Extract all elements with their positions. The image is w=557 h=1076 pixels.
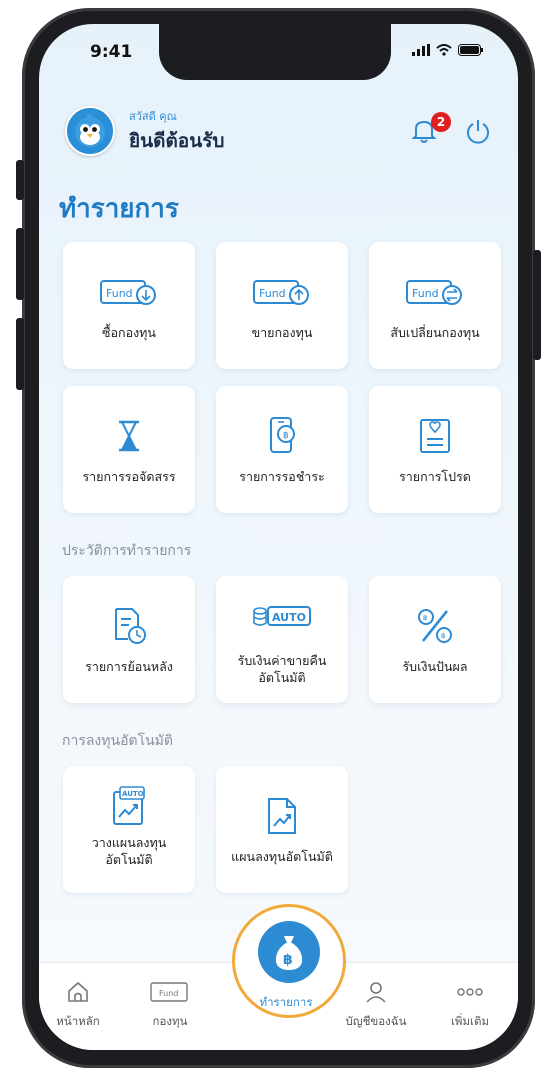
- hourglass-icon: [119, 420, 139, 452]
- nav-home[interactable]: หน้าหลัก: [39, 981, 123, 1031]
- battery-icon: [458, 44, 483, 56]
- nav-account-label: บัญชีของฉัน: [345, 1014, 407, 1028]
- dividend-card[interactable]: ฿ ฿ รับเงินปันผล: [369, 576, 501, 703]
- greeting-small: สวัสดี คุณ: [129, 109, 177, 123]
- app-screen: 9:41 สวัสดี คุณ ยินดีต้อนรับ 2 ทำรายการ …: [39, 24, 518, 1050]
- more-icon: [457, 988, 483, 996]
- history-document-icon: [115, 608, 146, 644]
- svg-text:Fund: Fund: [106, 287, 133, 300]
- nav-home-label: หน้าหลัก: [56, 1014, 100, 1028]
- card-label: ขายกองทุน: [251, 325, 313, 340]
- svg-text:Fund: Fund: [259, 287, 286, 300]
- card-label: รายการรอชำระ: [239, 469, 325, 484]
- greeting-title: ยินดีต้อนรับ: [129, 129, 225, 152]
- favorite-list-icon: [420, 419, 450, 453]
- bird-mascot-icon: [75, 113, 105, 147]
- signal-icon: [412, 44, 430, 56]
- card-label: รายการรอจัดสรร: [82, 469, 176, 484]
- dividend-percent-icon: ฿ ฿: [418, 609, 452, 643]
- power-icon[interactable]: [464, 118, 492, 146]
- status-icons: [412, 44, 484, 56]
- card-label: รับเงินปันผล: [402, 659, 468, 674]
- favorite-list-card[interactable]: รายการโปรด: [369, 386, 501, 513]
- svg-text:฿: ฿: [441, 632, 445, 640]
- card-label: รับเงินค่าขายคืน อัตโนมัติ: [237, 653, 327, 685]
- fund-card-icon: Fund: [150, 982, 188, 1002]
- notification-badge: 2: [431, 112, 451, 132]
- auto-redemption-card[interactable]: AUTO รับเงินค่าขายคืน อัตโนมัติ: [216, 576, 348, 703]
- wifi-icon: [436, 44, 452, 56]
- notch: [159, 24, 391, 80]
- mobile-payment-icon: ฿: [270, 417, 295, 453]
- card-label: แผนลงทุนอัตโนมัติ: [231, 849, 333, 864]
- home-icon: [68, 981, 88, 1002]
- sell-fund-card[interactable]: Fund ขายกองทุน: [216, 242, 348, 369]
- svg-text:Fund: Fund: [412, 287, 439, 300]
- card-label: ซื้อกองทุน: [102, 325, 156, 340]
- nav-transactions-label: ทำรายการ: [259, 995, 313, 1009]
- user-icon: [366, 982, 386, 1003]
- side-button: [16, 228, 24, 300]
- money-bag-icon: ฿: [275, 936, 303, 970]
- nav-more[interactable]: เพิ่มเติม: [425, 981, 515, 1031]
- fund-switch-icon: Fund: [406, 280, 462, 305]
- status-time: 9:41: [90, 42, 133, 62]
- svg-text:฿: ฿: [283, 431, 289, 441]
- svg-text:AUTO: AUTO: [272, 611, 306, 624]
- side-button: [16, 160, 24, 200]
- page-title: ทำรายการ: [59, 194, 179, 224]
- auto-plan-icon: AUTO: [113, 786, 145, 825]
- svg-text:Fund: Fund: [159, 989, 178, 998]
- fund-buy-icon: Fund: [100, 280, 156, 305]
- card-label: สับเปลี่ยนกองทุน: [390, 325, 480, 340]
- svg-text:AUTO: AUTO: [122, 790, 144, 798]
- card-label: รายการโปรด: [399, 469, 471, 484]
- auto-redemption-icon: AUTO: [253, 606, 311, 626]
- nav-account[interactable]: บัญชีของฉัน: [331, 981, 421, 1031]
- auto-invest-section-title: การลงทุนอัตโนมัติ: [62, 733, 173, 749]
- investment-plan-card[interactable]: แผนลงทุนอัตโนมัติ: [216, 766, 348, 893]
- pending-payment-card[interactable]: ฿ รายการรอชำระ: [216, 386, 348, 513]
- nav-more-label: เพิ่มเติม: [450, 1014, 490, 1028]
- nav-funds[interactable]: Fund กองทุน: [125, 981, 215, 1031]
- fund-sell-icon: Fund: [253, 280, 309, 305]
- buy-fund-card[interactable]: Fund ซื้อกองทุน: [63, 242, 195, 369]
- history-section-title: ประวัติการทำรายการ: [62, 543, 192, 559]
- card-label: วางแผนลงทุน อัตโนมัติ: [91, 835, 167, 867]
- side-button: [16, 318, 24, 390]
- pending-allocation-card[interactable]: รายการรอจัดสรร: [63, 386, 195, 513]
- side-button: [533, 250, 541, 360]
- avatar[interactable]: [65, 106, 115, 156]
- card-label: รายการย้อนหลัง: [85, 659, 173, 674]
- history-card[interactable]: รายการย้อนหลัง: [63, 576, 195, 703]
- svg-text:฿: ฿: [283, 952, 293, 968]
- svg-text:฿: ฿: [423, 614, 427, 622]
- investment-plan-icon: [268, 798, 296, 834]
- greeting-header: สวัสดี คุณ ยินดีต้อนรับ: [65, 106, 224, 156]
- switch-fund-card[interactable]: Fund สับเปลี่ยนกองทุน: [369, 242, 501, 369]
- nav-funds-label: กองทุน: [152, 1014, 188, 1028]
- auto-plan-card[interactable]: AUTO วางแผนลงทุน อัตโนมัติ: [63, 766, 195, 893]
